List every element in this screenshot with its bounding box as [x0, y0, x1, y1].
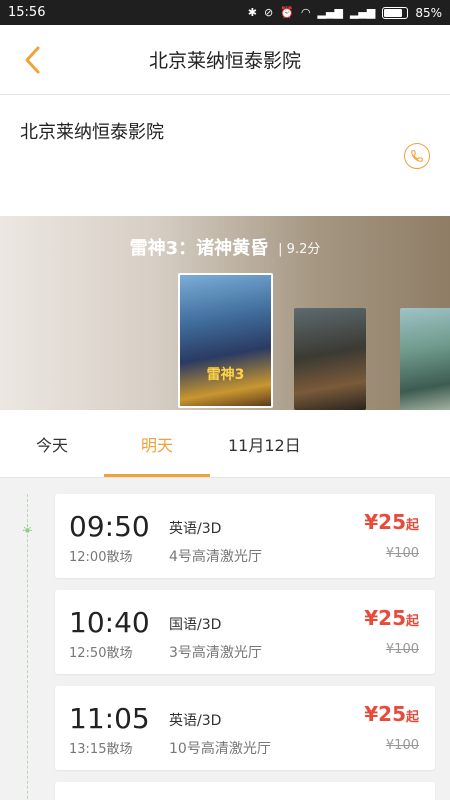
active-tab-indicator — [104, 474, 210, 477]
end-time: 13:15散场 — [69, 742, 133, 757]
price-suffix: 起 — [405, 518, 419, 533]
phone-button[interactable] — [404, 143, 430, 169]
tab-tomorrow[interactable]: 明天 — [141, 432, 173, 456]
battery-icon — [382, 6, 409, 19]
price: ¥25起 — [364, 606, 419, 630]
phone-icon — [411, 150, 423, 162]
movie-poster[interactable] — [294, 308, 366, 410]
tab-today[interactable]: 今天 — [36, 432, 68, 456]
language-format: 英语/3D — [169, 713, 222, 729]
price-amount: ¥25 — [364, 510, 406, 534]
date-tabs: 今天 明天 11月12日 — [0, 410, 450, 478]
price-suffix: 起 — [405, 614, 419, 629]
timeline-line — [27, 494, 28, 800]
sun-icon — [22, 524, 33, 533]
showtime-card[interactable]: 11:05 13:15散场 英语/3D 10号高清激光厅 ¥25起 ¥100 — [55, 686, 435, 770]
showtime-card[interactable]: 10:40 12:50散场 国语/3D 3号高清激光厅 ¥25起 ¥100 — [55, 590, 435, 674]
price: ¥25起 — [364, 510, 419, 534]
status-time: 15:56 — [8, 5, 46, 20]
chevron-left-icon — [25, 46, 40, 74]
language-format: 国语/3D — [169, 617, 222, 633]
tab-nov-12[interactable]: 11月12日 — [228, 432, 301, 456]
movie-title: 雷神3：诸神黄昏 — [129, 238, 269, 259]
page-title: 北京莱纳恒泰影院 — [148, 50, 301, 72]
hall-name: 10号高清激光厅 — [169, 741, 271, 757]
status-bar: 15:56 ✱ ⊘ ⏰ ◠ ▂▄▆ ▂▄▆ 85% — [0, 0, 450, 25]
end-time: 12:00散场 — [69, 550, 133, 565]
wifi-icon: ◠ — [300, 6, 311, 19]
price-amount: ¥25 — [364, 702, 406, 726]
language-format: 英语/3D — [169, 521, 222, 537]
back-button[interactable] — [18, 43, 46, 77]
showtime-card-partial[interactable] — [55, 782, 435, 800]
original-price: ¥100 — [385, 642, 419, 657]
mute-icon: ⊘ — [264, 6, 274, 19]
signal-icon-2: ▂▄▆ — [349, 6, 376, 19]
end-time: 12:50散场 — [69, 646, 133, 661]
movie-score: | 9.2分 — [278, 241, 321, 257]
price: ¥25起 — [364, 702, 419, 726]
movie-banner: 雷神3：诸神黄昏 | 9.2分 雷神3 — [0, 216, 450, 410]
bluetooth-icon: ✱ — [247, 6, 258, 19]
battery-percent: 85% — [415, 5, 442, 20]
poster-title-text: 雷神3 — [206, 367, 245, 383]
cinema-name: 北京莱纳恒泰影院 — [20, 122, 164, 143]
original-price: ¥100 — [385, 546, 419, 561]
showtime-card[interactable]: 09:50 12:00散场 英语/3D 4号高清激光厅 ¥25起 ¥100 — [55, 494, 435, 578]
movie-poster-selected[interactable]: 雷神3 — [178, 273, 273, 408]
price-suffix: 起 — [405, 710, 419, 725]
cinema-info: 北京莱纳恒泰影院 — [0, 96, 450, 216]
alarm-icon: ⏰ — [280, 6, 294, 19]
movie-poster[interactable] — [400, 308, 450, 410]
nav-bar: 北京莱纳恒泰影院 — [0, 25, 450, 95]
price-amount: ¥25 — [364, 606, 406, 630]
start-time: 10:40 — [69, 606, 150, 639]
start-time: 09:50 — [69, 510, 150, 543]
showtime-list: 09:50 12:00散场 英语/3D 4号高清激光厅 ¥25起 ¥100 10… — [0, 478, 450, 800]
start-time: 11:05 — [69, 702, 150, 735]
hall-name: 3号高清激光厅 — [169, 645, 262, 661]
hall-name: 4号高清激光厅 — [169, 549, 262, 565]
signal-icon: ▂▄▆ — [317, 6, 343, 19]
movie-title-row: 雷神3：诸神黄昏 | 9.2分 — [0, 234, 450, 260]
original-price: ¥100 — [385, 738, 419, 753]
status-icons: ✱ ⊘ ⏰ ◠ ▂▄▆ ▂▄▆ 85% — [248, 6, 442, 20]
